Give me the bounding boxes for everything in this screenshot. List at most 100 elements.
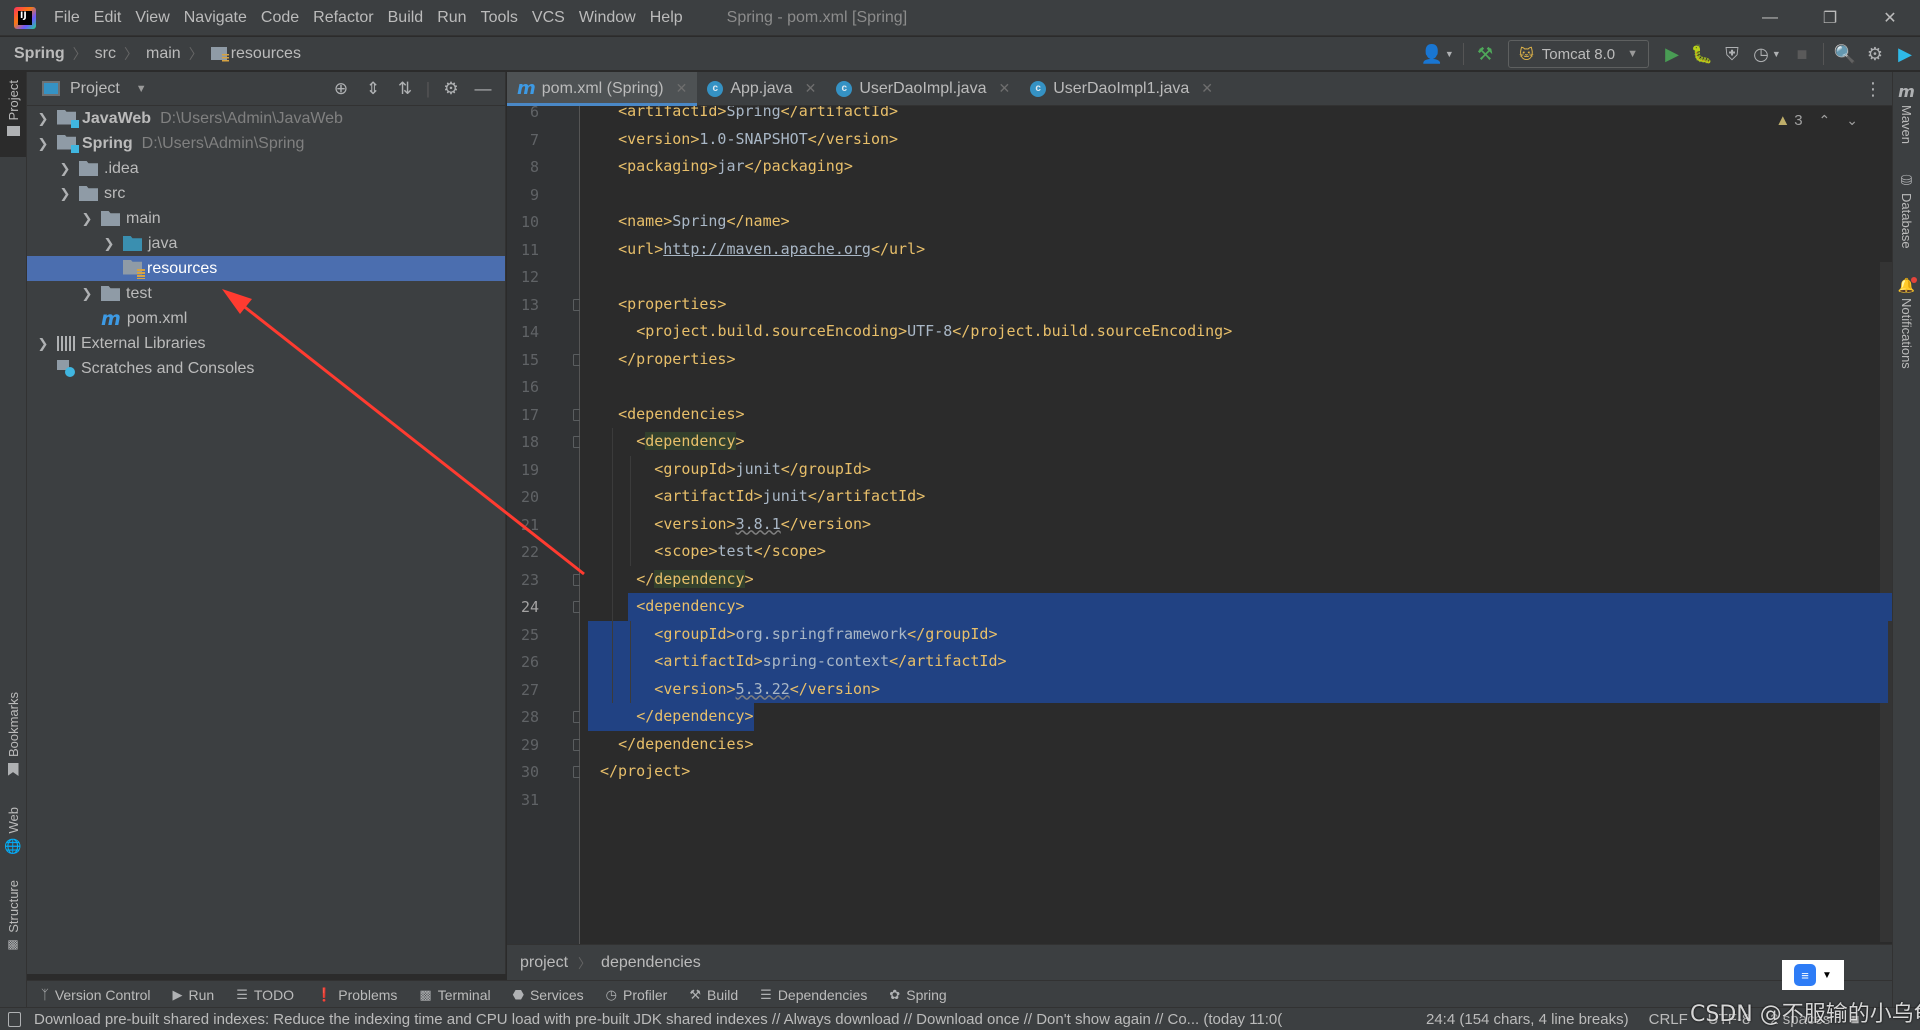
menu-edit[interactable]: Edit: [94, 9, 122, 27]
chevron-down-icon[interactable]: ❯: [35, 136, 51, 152]
code-line[interactable]: </dependency>: [636, 703, 753, 730]
stripe-tab-project[interactable]: Project: [0, 72, 26, 157]
tree-item-pom-xml[interactable]: ❯ m pom.xml: [27, 306, 505, 331]
code-line[interactable]: <artifactId>spring-context</artifactId>: [654, 648, 1006, 675]
user-account-icon[interactable]: 👤 ▼: [1417, 39, 1457, 69]
code-line[interactable]: <artifactId>junit</artifactId>: [654, 483, 925, 510]
tree-item-idea[interactable]: ❯ .idea: [27, 156, 505, 181]
breadcrumb-src[interactable]: src: [95, 45, 116, 63]
code-line[interactable]: <scope>test</scope>: [654, 538, 826, 565]
ime-toolbar[interactable]: ≡ ▼: [1782, 960, 1844, 990]
line-separator[interactable]: CRLF: [1649, 1011, 1688, 1028]
search-icon[interactable]: 🔍: [1830, 39, 1860, 69]
code-line[interactable]: <dependency>: [636, 428, 745, 455]
more-tabs-icon[interactable]: ⋮: [1864, 72, 1882, 106]
stripe-tab-maven[interactable]: m Maven: [1893, 82, 1920, 144]
tool-spring[interactable]: ✿ Spring: [889, 987, 946, 1003]
code-line[interactable]: <packaging>jar</packaging>: [618, 153, 853, 180]
tool-problems[interactable]: ❗ Problems: [316, 987, 397, 1003]
hide-panel-icon[interactable]: —: [467, 79, 499, 99]
code-line[interactable]: <version>3.8.1</version>: [654, 511, 871, 538]
chevron-down-icon[interactable]: ❯: [79, 211, 95, 227]
tab-userdaoimpl-java[interactable]: c UserDaoImpl.java ✕: [826, 72, 1020, 105]
profile-icon[interactable]: ◷ ▼: [1747, 39, 1787, 69]
code-line[interactable]: <version>1.0-SNAPSHOT</version>: [618, 126, 898, 153]
next-highlight-icon[interactable]: ⌄: [1846, 112, 1858, 129]
stripe-tab-notifications[interactable]: 🔔 Notifications: [1893, 277, 1920, 369]
stop-icon[interactable]: ■: [1787, 39, 1817, 69]
tree-item-spring[interactable]: ❯ Spring D:\Users\Admin\Spring: [27, 131, 505, 156]
code-line[interactable]: <dependency>: [636, 593, 744, 620]
menu-navigate[interactable]: Navigate: [184, 9, 247, 27]
menu-refactor[interactable]: Refactor: [313, 9, 373, 27]
tab-userdaoimpl1-java[interactable]: c UserDaoImpl1.java ✕: [1020, 72, 1223, 105]
tree-item-resources[interactable]: ❯ resources: [27, 256, 505, 281]
inspection-widget[interactable]: ▲ 3 ⌃ ⌄: [1775, 112, 1858, 129]
code-line[interactable]: </dependency>: [636, 566, 754, 593]
chevron-right-icon[interactable]: ❯: [35, 336, 51, 352]
project-view-select[interactable]: Project: [70, 80, 120, 98]
code-line[interactable]: <groupId>junit</groupId>: [654, 456, 871, 483]
code-line[interactable]: <properties>: [618, 291, 726, 318]
code-line[interactable]: <groupId>org.springframework</groupId>: [654, 621, 997, 648]
expand-all-icon[interactable]: ⇕: [357, 79, 389, 99]
code-line[interactable]: </properties>: [618, 346, 735, 373]
tool-todo[interactable]: ☰ TODO: [236, 987, 294, 1003]
menu-vcs[interactable]: VCS: [532, 9, 565, 27]
code-line[interactable]: <dependencies>: [618, 401, 744, 428]
chevron-right-icon[interactable]: ❯: [35, 111, 51, 127]
chevron-down-icon[interactable]: ❯: [57, 186, 73, 202]
tree-item-main[interactable]: ❯ main: [27, 206, 505, 231]
close-tab-icon[interactable]: ✕: [998, 80, 1010, 97]
tree-item-javaweb[interactable]: ❯ JavaWeb D:\Users\Admin\JavaWeb: [27, 106, 505, 131]
stripe-tab-structure[interactable]: Structure ▩: [0, 880, 26, 951]
menu-window[interactable]: Window: [579, 9, 636, 27]
close-window-button[interactable]: ✕: [1860, 0, 1920, 36]
menu-help[interactable]: Help: [650, 9, 683, 27]
tree-item-test[interactable]: ❯ test: [27, 281, 505, 306]
code-line[interactable]: <artifactId>Spring</artifactId>: [618, 106, 898, 125]
tab-app-java[interactable]: c App.java ✕: [697, 72, 826, 105]
menu-view[interactable]: View: [135, 9, 169, 27]
collapse-all-icon[interactable]: ⇅: [389, 79, 421, 99]
gear-icon[interactable]: ⚙: [1860, 39, 1890, 69]
menu-run[interactable]: Run: [437, 9, 466, 27]
tab-pom-xml[interactable]: m pom.xml (Spring) ✕: [507, 72, 698, 106]
tool-dependencies[interactable]: ☰ Dependencies: [760, 987, 867, 1003]
status-message[interactable]: Download pre-built shared indexes: Reduc…: [34, 1011, 1406, 1028]
debug-icon[interactable]: 🐛: [1687, 39, 1717, 69]
tool-services[interactable]: ⬣ Services: [513, 987, 584, 1003]
code-line[interactable]: <url>http://maven.apache.org</url>: [618, 236, 925, 263]
stripe-tab-web[interactable]: Web 🌐: [0, 807, 26, 855]
locate-file-icon[interactable]: ⊕: [325, 79, 357, 99]
tool-profiler[interactable]: ◷ Profiler: [606, 987, 668, 1003]
close-tab-icon[interactable]: ✕: [805, 80, 817, 97]
chevron-right-icon[interactable]: ❯: [57, 161, 73, 177]
status-toggle-icon[interactable]: [8, 1012, 21, 1027]
tool-run[interactable]: ▶ Run: [173, 987, 215, 1003]
crumb-dependencies[interactable]: dependencies: [601, 954, 701, 972]
code-line[interactable]: <name>Spring</name>: [618, 208, 790, 235]
crumb-project[interactable]: project: [520, 954, 568, 972]
run-configuration-select[interactable]: 🐱 Tomcat 8.0 ▼: [1508, 40, 1649, 68]
stripe-tab-bookmarks[interactable]: Bookmarks: [0, 692, 26, 777]
tree-item-scratches[interactable]: ❯ Scratches and Consoles: [27, 356, 505, 381]
close-tab-icon[interactable]: ✕: [1201, 80, 1213, 97]
code-line[interactable]: <version>5.3.22</version>: [654, 676, 880, 703]
chevron-right-icon[interactable]: ❯: [79, 286, 95, 302]
close-tab-icon[interactable]: ✕: [676, 80, 688, 97]
breadcrumb-resources[interactable]: resources: [231, 45, 301, 63]
tool-build[interactable]: ⚒ Build: [689, 987, 738, 1003]
coverage-icon[interactable]: ⛨: [1717, 39, 1747, 69]
build-hammer-icon[interactable]: ⚒: [1470, 39, 1500, 69]
gear-icon[interactable]: ⚙: [435, 79, 467, 99]
breadcrumb-main[interactable]: main: [146, 45, 181, 63]
code-editor[interactable]: ▲ 3 ⌃ ⌄ <artifactId>Spring</artifactId> <…: [580, 106, 1892, 944]
chevron-down-icon[interactable]: ▼: [136, 83, 147, 95]
breadcrumb-spring[interactable]: Spring: [14, 45, 65, 63]
minimize-button[interactable]: —: [1740, 0, 1800, 36]
tool-version-control[interactable]: ᛉ Version Control: [41, 987, 151, 1003]
code-line[interactable]: <project.build.sourceEncoding>UTF-8</pro…: [636, 318, 1232, 345]
menu-file[interactable]: File: [54, 9, 80, 27]
menu-code[interactable]: Code: [261, 9, 299, 27]
